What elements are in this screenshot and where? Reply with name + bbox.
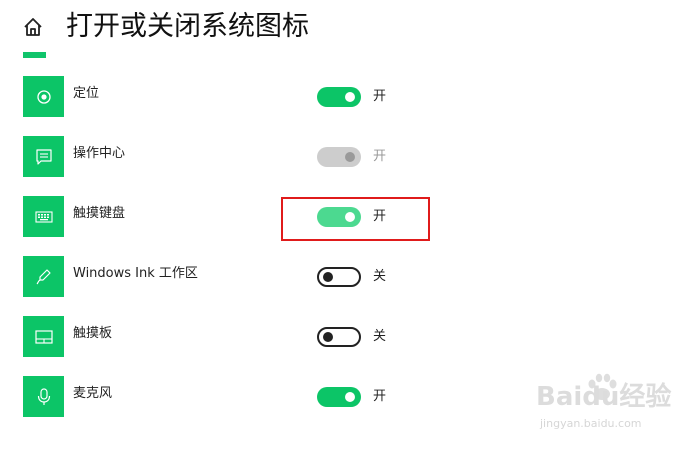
highlight-box <box>281 197 430 241</box>
toggle-state-text: 开 <box>373 389 387 404</box>
watermark-url: jingyan.baidu.com <box>540 417 642 430</box>
home-icon[interactable] <box>22 16 44 38</box>
touchpad-icon <box>23 316 64 357</box>
toggle-state-text: 关 <box>373 269 387 284</box>
action-center-toggle <box>317 147 361 167</box>
setting-label: 触摸键盘 <box>73 206 126 221</box>
setting-row-location: 定位 开 <box>0 76 700 122</box>
setting-row-action-center: 操作中心 开 <box>0 136 700 182</box>
setting-label: 定位 <box>73 86 100 101</box>
setting-label: 麦克风 <box>73 386 113 401</box>
pen-icon <box>23 256 64 297</box>
watermark: Baidu经验 jingyan.baidu.com <box>536 372 686 432</box>
page-title: 打开或关闭系统图标 <box>66 11 309 42</box>
setting-label: 操作中心 <box>73 146 126 161</box>
keyboard-icon <box>23 196 64 237</box>
partial-tile <box>23 52 46 58</box>
toggle-state-text: 开 <box>373 149 387 164</box>
watermark-logo-text: Baidu经验 <box>536 382 672 412</box>
windows-ink-toggle[interactable] <box>317 267 361 287</box>
setting-row-touchpad: 触摸板 关 <box>0 316 700 362</box>
location-icon <box>23 76 64 117</box>
toggle-state-text: 关 <box>373 329 387 344</box>
setting-row-windows-ink: Windows Ink 工作区 关 <box>0 256 700 302</box>
microphone-icon <box>23 376 64 417</box>
touchpad-toggle[interactable] <box>317 327 361 347</box>
setting-label: Windows Ink 工作区 <box>73 266 198 281</box>
location-toggle[interactable] <box>317 87 361 107</box>
action-center-icon <box>23 136 64 177</box>
microphone-toggle[interactable] <box>317 387 361 407</box>
toggle-state-text: 开 <box>373 89 387 104</box>
setting-label: 触摸板 <box>73 326 113 341</box>
